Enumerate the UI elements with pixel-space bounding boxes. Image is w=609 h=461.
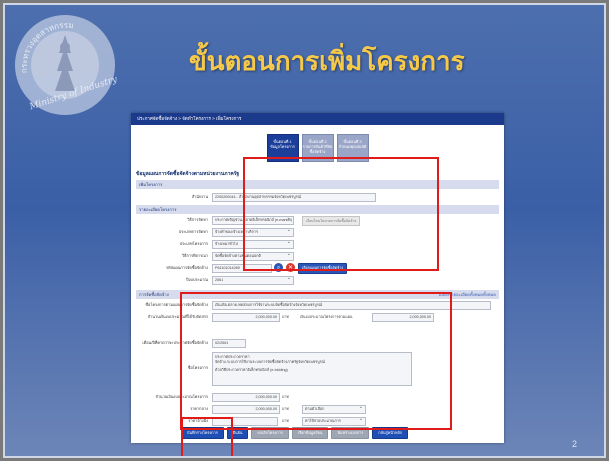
budget-field[interactable]: 2,000,000.00 — [212, 313, 280, 322]
step-2-label: รายการสินค้าที่จัดซื้อจัดจ้าง — [302, 145, 333, 154]
reference-price-label: ราคาอ้างอิง — [188, 418, 208, 423]
breadcrumb: ประกาศจัดซื้อจัดจ้าง > จัดทำโครงการ > เพ… — [131, 113, 504, 125]
step-3-title: ขั้นตอนที่ 3 — [343, 140, 362, 144]
consideration-method-label: วิธีการพิจารณา — [181, 253, 208, 258]
procurement-type-label: ประเภทการจัดหา — [178, 229, 208, 234]
budget-label: จำนวนเงินงบประมาณที่ได้รับจัดสรร — [147, 314, 208, 319]
project-name-line-3: ด้วยวิธีประกวดราคาอิเล็กทรอนิกส์ (e-bidd… — [215, 368, 288, 372]
reload-data-button[interactable]: เรียกข้อมูลย้อน — [291, 427, 329, 439]
project-details-header: รายละเอียดโครงการ — [136, 205, 499, 214]
fiscal-year-select[interactable]: 2561 — [212, 276, 294, 285]
back-home-button[interactable]: กลับสู่หน้าหลัก — [372, 427, 409, 439]
fiscal-year-label: ปีงบประมาณ — [186, 277, 208, 282]
select-plan-button[interactable]: เลือกแผนการจัดซื้อจัดจ้าง — [298, 263, 348, 274]
median-price-select[interactable]: ตามตัวเลือก — [302, 405, 366, 414]
plan-name-label: ชื่อโครงการตามแผนการจัดซื้อจัดจ้าง — [145, 302, 208, 307]
median-price-unit: บาท — [282, 407, 289, 411]
project-name-line-2: จัดจ้าง-ระบบการใช้งานระบบการจัดซื้อจัดจ้… — [215, 360, 325, 364]
reference-price-select[interactable]: ค่าใช้จ่ายประมาณการ — [302, 417, 366, 426]
project-type-label: ประเภทโครงการ — [179, 241, 208, 246]
project-name-label: ชื่อโครงการ — [187, 365, 208, 370]
print-draft-button[interactable]: พิมพ์ร่างเอกสาร — [331, 427, 370, 439]
reference-price-field[interactable] — [212, 417, 278, 426]
app-screenshot: ประกาศจัดซื้อจัดจ้าง > จัดทำโครงการ > เพ… — [131, 113, 504, 443]
project-type-select[interactable]: จ้างเหมาทั่วไป — [212, 240, 294, 249]
approved-budget-unit: บาท — [282, 395, 289, 399]
step-3-label: กำหนดคุณสมบัติ — [338, 145, 367, 149]
action-button-bar: บันทึกร่างโครงการ ยืนยัน ยกเลิกโครงการ เ… — [131, 427, 504, 441]
plan-budget-field[interactable]: 2,000,000.00 — [372, 313, 434, 322]
approved-budget-field[interactable]: 2,000,000.00 — [212, 393, 280, 402]
procurement-method-select[interactable]: ประกาศเชิญชวน-ตลาดอิเล็กทรอนิกส์ (e-mark… — [212, 216, 294, 225]
show-all-link[interactable]: แสดงรายละเอียดทั้งหมดทั้งหมด — [439, 290, 496, 299]
plan-code-field[interactable]: P61101014289 — [212, 264, 272, 273]
search-icon[interactable]: ⌕ — [274, 263, 283, 272]
agency-field[interactable]: 2200200044 - สำนักงานอุตสาหกรรมจังหวัดเพ… — [212, 193, 376, 202]
consideration-method-select[interactable]: จัดซื้อจัดจ้างตามขั้นตอนปกติ — [212, 252, 294, 261]
step-1-label: ข้อมูลโครงการ — [270, 145, 295, 149]
procurement-type-select[interactable]: จ้างทำของ/จ้างเหมาบริการ — [212, 228, 294, 237]
presentation-slide: กระทรวงอุตสาหกรรม Ministry of Industry ข… — [3, 3, 606, 458]
reference-price-unit: บาท — [282, 419, 289, 423]
confirm-button[interactable]: ยืนยัน — [226, 427, 249, 439]
policy-button[interactable]: เงื่อนไขนโยบายการจัดซื้อจัดจ้าง — [302, 216, 361, 226]
save-draft-button[interactable]: บันทึกร่างโครงการ — [181, 427, 224, 439]
agency-header: เพิ่มโครงการ — [136, 180, 499, 189]
approved-budget-label: จำนวนเงินงบประมาณโครงการ — [155, 394, 208, 399]
cancel-project-button[interactable]: ยกเลิกโครงการ — [251, 427, 289, 439]
announce-date-field[interactable]: 02/2561 — [212, 339, 246, 348]
ministry-of-industry-logo: กระทรวงอุตสาหกรรม Ministry of Industry — [15, 15, 117, 115]
step-2-tab[interactable]: ขั้นตอนที่ 2 รายการสินค้าที่จัดซื้อจัดจ้… — [301, 134, 334, 162]
budget-unit: บาท — [282, 315, 289, 319]
procurement-header-label: การจัดซื้อจัดจ้าง — [139, 292, 169, 297]
procurement-header: การจัดซื้อจัดจ้าง แสดงรายละเอียดทั้งหมดท… — [136, 290, 499, 299]
step-tabs: ขั้นตอนที่ 1 ข้อมูลโครงการ ขั้นตอนที่ 2 … — [131, 134, 504, 162]
slide-title: ขั้นตอนการเพิ่มโครงการ — [189, 47, 465, 77]
section-title: ข้อมูลแผนการจัดซื้อจัดจ้างตามหน่วยงานภาค… — [136, 171, 240, 177]
clear-icon[interactable]: ✕ — [286, 263, 295, 272]
procurement-method-label: วิธีการจัดหา — [187, 217, 208, 222]
plan-name-field[interactable]: เงินเฟ้อ-ตลาด-ทดสอบการใช้งานระบบจัดซื้อจ… — [212, 301, 491, 310]
step-1-title: ขั้นตอนที่ 1 — [273, 140, 292, 144]
plan-code-label: รหัสแผนการจัดซื้อจัดจ้าง — [165, 265, 208, 270]
project-name-field[interactable]: ประกาศประกวดราคา จัดจ้าง-ระบบการใช้งานระ… — [212, 352, 412, 386]
median-price-field[interactable]: 2,000,000.00 — [212, 405, 280, 414]
step-2-title: ขั้นตอนที่ 2 — [308, 140, 327, 144]
page-number: 2 — [572, 439, 578, 449]
step-1-tab[interactable]: ขั้นตอนที่ 1 ข้อมูลโครงการ — [266, 134, 299, 162]
plan-budget-label: เงินงบประมาณโครงการตามแผน — [300, 315, 353, 319]
agency-label: สำนักงาน — [191, 194, 208, 199]
announce-date-label: เดือน/ปีที่คาดว่าจะประกาศจัดซื้อจัดจ้าง — [142, 340, 208, 345]
step-3-tab[interactable]: ขั้นตอนที่ 3 กำหนดคุณสมบัติ — [336, 134, 369, 162]
median-price-label: ราคากลาง — [190, 406, 208, 411]
